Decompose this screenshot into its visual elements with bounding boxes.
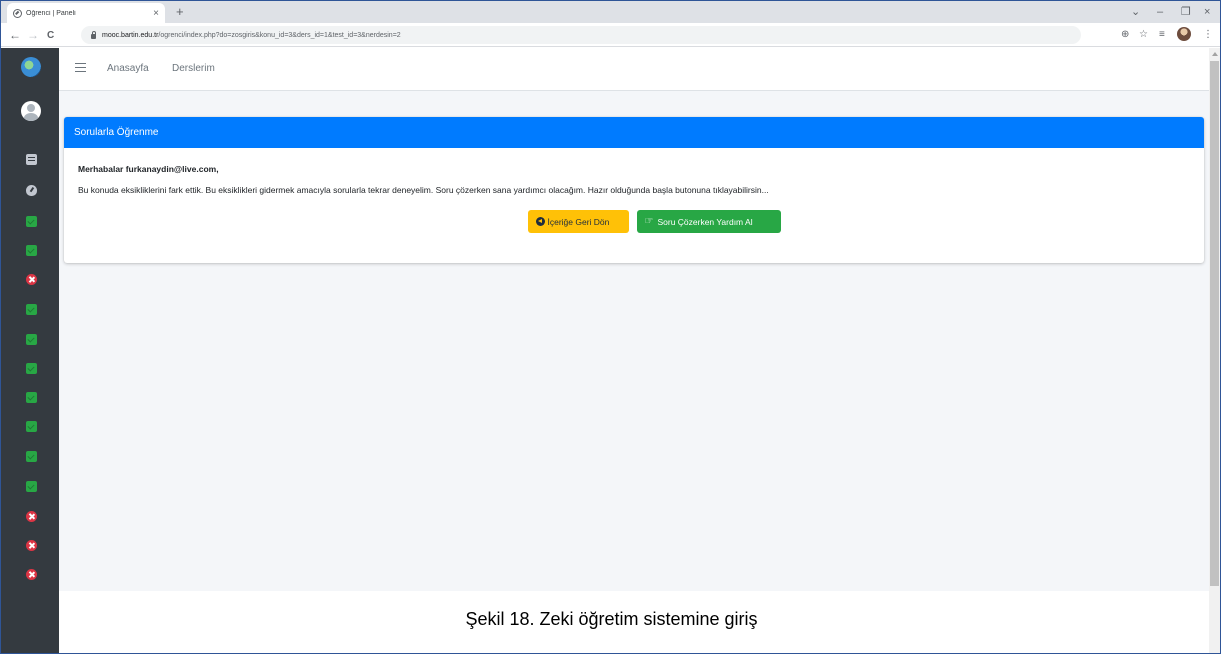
back-to-content-button[interactable]: İçeriğe Geri Dön: [527, 210, 629, 233]
sidebar: [1, 48, 59, 653]
sidebar-item-check-icon[interactable]: [26, 304, 37, 315]
sidebar-item-check-icon[interactable]: [26, 392, 37, 403]
back-button[interactable]: ←: [9, 26, 21, 44]
sidebar-item-cross-icon[interactable]: [26, 274, 37, 285]
page-scrollbar[interactable]: [1209, 48, 1220, 653]
sidebar-item-check-icon[interactable]: [26, 216, 37, 227]
address-bar[interactable]: mooc.bartin.edu.tr/ogrenci/index.php?do=…: [81, 26, 1081, 44]
browser-toolbar: ← → C mooc.bartin.edu.tr/ogrenci/index.p…: [1, 23, 1220, 47]
url-path: /ogrenci/index.php?do=zosgiris&konu_id=3…: [158, 31, 401, 39]
restore-button[interactable]: ❐: [1181, 3, 1191, 21]
sidebar-item-check-icon[interactable]: [26, 451, 37, 462]
close-window-button[interactable]: ×: [1204, 3, 1210, 21]
zoom-icon[interactable]: ⊕: [1121, 27, 1129, 43]
minimize-button[interactable]: –: [1157, 3, 1163, 21]
button-row: İçeriğe Geri Dön ☞ Soru Çözerken Yardım …: [64, 210, 1204, 233]
brand-logo[interactable]: [21, 57, 41, 77]
top-navbar: Anasayfa Derslerim: [59, 48, 1209, 91]
sidebar-item-check-icon[interactable]: [26, 421, 37, 432]
learning-card: Sorularla Öğrenme Merhabalar furkanaydin…: [64, 117, 1204, 263]
tab-search-dropdown-icon[interactable]: ⌄: [1131, 3, 1140, 21]
sidebar-item-check-icon[interactable]: [26, 334, 37, 345]
profile-avatar[interactable]: [1177, 27, 1191, 41]
user-avatar[interactable]: [21, 101, 41, 121]
sidebar-item-cross-icon[interactable]: [26, 511, 37, 522]
url-host: mooc.bartin.edu.tr: [102, 31, 159, 39]
arrow-circle-left-icon: [535, 217, 545, 226]
tab-favicon-icon: [13, 8, 22, 18]
reading-list-icon[interactable]: ≡: [1159, 27, 1165, 43]
back-to-content-label: İçeriğe Geri Dön: [547, 216, 610, 227]
browser-tabstrip: Öğrenci | Paneli × + ⌄ – ❐ ×: [1, 1, 1220, 23]
gauge-icon[interactable]: [26, 185, 37, 196]
greeting-text: Merhabalar furkanaydin@live.com,: [78, 164, 219, 174]
sidebar-item-check-icon[interactable]: [26, 245, 37, 256]
hamburger-menu-icon[interactable]: [75, 63, 86, 72]
nav-link-home[interactable]: Anasayfa: [107, 63, 149, 74]
info-message: Bu konuda eksikliklerini fark ettik. Bu …: [78, 185, 769, 195]
scroll-thumb[interactable]: [1210, 61, 1219, 586]
bookmark-star-icon[interactable]: ☆: [1139, 27, 1148, 43]
card-body: Merhabalar furkanaydin@live.com, Bu konu…: [64, 148, 1204, 205]
new-tab-button[interactable]: +: [176, 3, 184, 21]
tab-close-icon[interactable]: ×: [153, 8, 159, 19]
scroll-up-arrow-icon[interactable]: [1212, 52, 1218, 56]
figure-frame: Öğrenci | Paneli × + ⌄ – ❐ × ← → C mooc.…: [0, 0, 1221, 654]
browser-menu-icon[interactable]: ⋮: [1203, 27, 1213, 43]
forward-button[interactable]: →: [27, 26, 39, 44]
nav-link-courses[interactable]: Derslerim: [172, 63, 215, 74]
main-content: Anasayfa Derslerim Sorularla Öğrenme Mer…: [59, 48, 1209, 653]
lock-icon: [91, 30, 96, 39]
hand-pointer-icon: ☞: [644, 216, 654, 227]
reload-button[interactable]: C: [47, 27, 54, 45]
book-icon[interactable]: [26, 154, 37, 165]
sidebar-item-cross-icon[interactable]: [26, 569, 37, 580]
sidebar-item-cross-icon[interactable]: [26, 540, 37, 551]
sidebar-item-check-icon[interactable]: [26, 363, 37, 374]
figure-caption: Şekil 18. Zeki öğretim sistemine giriş: [465, 609, 758, 629]
sidebar-item-check-icon[interactable]: [26, 481, 37, 492]
get-help-button[interactable]: ☞ Soru Çözerken Yardım Al: [636, 210, 781, 233]
get-help-label: Soru Çözerken Yardım Al: [657, 216, 753, 227]
card-title: Sorularla Öğrenme: [64, 117, 1204, 148]
browser-tab[interactable]: Öğrenci | Paneli ×: [7, 3, 165, 23]
tab-title: Öğrenci | Paneli: [26, 9, 76, 17]
